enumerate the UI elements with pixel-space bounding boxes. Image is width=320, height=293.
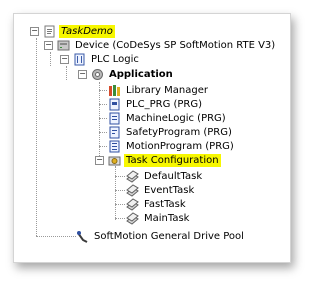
program-icon bbox=[109, 140, 120, 152]
tree-node-task[interactable]: MainTask bbox=[126, 211, 191, 225]
drive-pool-icon bbox=[77, 230, 88, 243]
tree-line bbox=[115, 176, 125, 177]
tree-node-library-manager[interactable]: Library Manager bbox=[108, 83, 210, 97]
tree-line bbox=[115, 204, 125, 205]
tree-node-label: Device (CoDeSys SP SoftMotion RTE V3) bbox=[75, 39, 276, 51]
tree-node-plc-logic[interactable]: PLC Logic bbox=[73, 52, 141, 66]
tree-line bbox=[99, 132, 107, 133]
collapse-toggle[interactable]: − bbox=[60, 55, 69, 64]
tree-node-label: Library Manager bbox=[126, 84, 208, 96]
library-books-icon bbox=[109, 84, 120, 96]
tree-line bbox=[115, 218, 125, 219]
tree-line bbox=[66, 66, 67, 80]
tree-node-task[interactable]: EventTask bbox=[126, 183, 196, 197]
tree-line bbox=[115, 166, 116, 220]
tree-line bbox=[36, 38, 37, 236]
tree-line bbox=[50, 52, 51, 66]
collapse-toggle[interactable]: − bbox=[95, 156, 104, 165]
gear-icon bbox=[92, 68, 103, 80]
tree-node-label: SoftMotion General Drive Pool bbox=[94, 230, 244, 242]
tree-node-label: PLC_PRG (PRG) bbox=[126, 98, 203, 110]
tree-node-device[interactable]: Device (CoDeSys SP SoftMotion RTE V3) bbox=[57, 38, 277, 52]
program-icon bbox=[109, 98, 120, 110]
tree-node-label: Application bbox=[109, 68, 173, 80]
tree-line bbox=[115, 190, 125, 191]
tree-line bbox=[99, 118, 107, 119]
tree-node-label: FastTask bbox=[144, 198, 186, 210]
tree-line bbox=[99, 82, 100, 162]
tree-node-label: TaskDemo bbox=[59, 24, 115, 38]
tree-node-label: PLC Logic bbox=[91, 53, 139, 65]
tree-node-task-configuration[interactable]: Task Configuration bbox=[108, 153, 221, 167]
tree-node-application[interactable]: Application bbox=[91, 67, 175, 81]
tree-node-pou[interactable]: MachineLogic (PRG) bbox=[108, 111, 228, 125]
collapse-toggle[interactable]: − bbox=[30, 27, 39, 36]
tree-line bbox=[36, 236, 76, 237]
device-tree: − TaskDemo − Device (CoDeSys SP SoftMoti… bbox=[14, 14, 290, 262]
plc-logic-icon bbox=[74, 53, 85, 65]
tree-node-label: MotionProgram (PRG) bbox=[126, 140, 234, 152]
task-icon bbox=[126, 211, 139, 225]
tree-line bbox=[99, 90, 107, 91]
task-configuration-icon bbox=[108, 156, 121, 165]
tree-node-label: DefaultTask bbox=[144, 170, 203, 182]
tree-node-label: EventTask bbox=[144, 184, 195, 196]
program-icon bbox=[109, 112, 120, 124]
tree-node-pou[interactable]: MotionProgram (PRG) bbox=[108, 139, 236, 153]
tree-node-label: MainTask bbox=[144, 212, 190, 224]
tree-node-pou[interactable]: PLC_PRG (PRG) bbox=[108, 97, 204, 111]
tree-node-task[interactable]: DefaultTask bbox=[126, 169, 204, 183]
tree-node-taskdemo[interactable]: TaskDemo bbox=[43, 24, 115, 38]
tree-line bbox=[99, 146, 107, 147]
task-icon bbox=[126, 197, 139, 211]
collapse-toggle[interactable]: − bbox=[44, 41, 53, 50]
tree-node-task[interactable]: FastTask bbox=[126, 197, 188, 211]
tree-node-drive-pool[interactable]: SoftMotion General Drive Pool bbox=[76, 229, 246, 243]
tree-node-label: SafetyProgram (PRG) bbox=[126, 126, 232, 138]
device-tree-panel: − TaskDemo − Device (CoDeSys SP SoftMoti… bbox=[13, 13, 291, 263]
project-icon bbox=[44, 25, 55, 37]
device-icon bbox=[57, 40, 70, 50]
task-icon bbox=[126, 169, 139, 183]
collapse-toggle[interactable]: − bbox=[78, 70, 87, 79]
tree-line bbox=[99, 104, 107, 105]
task-icon bbox=[126, 183, 139, 197]
tree-node-label: MachineLogic (PRG) bbox=[126, 112, 226, 124]
tree-node-pou[interactable]: SafetyProgram (PRG) bbox=[108, 125, 234, 139]
tree-node-label: Task Configuration bbox=[124, 153, 221, 167]
program-icon bbox=[109, 126, 120, 138]
